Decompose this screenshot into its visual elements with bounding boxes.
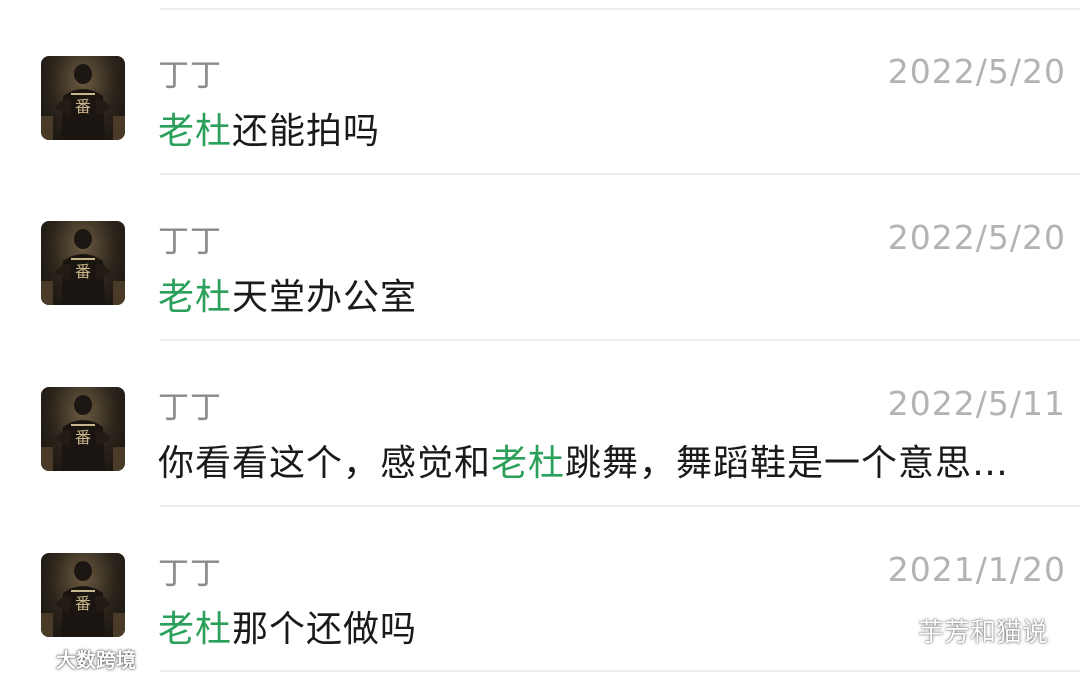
keyword-highlight: 老杜 — [158, 277, 233, 318]
avatar-image: 番 — [41, 64, 125, 140]
search-result-item[interactable]: 番 丁丁 2022/5/20 老杜天堂办公室 — [0, 166, 1080, 318]
contact-avatar[interactable]: 番 — [41, 387, 125, 471]
snippet-prefix: 你看看这个，感觉和 — [158, 443, 492, 484]
message-date: 2022/5/11 — [887, 384, 1066, 423]
snippet-suffix: 天堂办公室 — [232, 277, 418, 318]
avatar-image: 番 — [41, 229, 125, 305]
snippet-suffix: 跳舞，舞蹈鞋是一个意思… — [565, 443, 1010, 484]
message-snippet: 老杜那个还做吗 — [158, 600, 417, 652]
sender-name: 丁丁 — [158, 224, 222, 260]
chat-search-results: 番 丁丁 2022/5/20 老杜还能拍吗 番 丁丁 2022/5/20 老杜天… — [0, 0, 1080, 679]
snippet-suffix: 那个还做吗 — [232, 609, 418, 650]
keyword-highlight: 老杜 — [158, 111, 233, 152]
sender-name: 丁丁 — [158, 556, 222, 592]
watermark-weibo: 大数跨境 — [8, 644, 136, 673]
message-snippet: 老杜天堂办公室 — [158, 268, 417, 320]
wechat-official-account-icon — [871, 617, 908, 643]
sender-name: 丁丁 — [158, 58, 222, 94]
divider — [160, 670, 1080, 672]
search-result-item[interactable]: 番 丁丁 2022/5/20 老杜还能拍吗 — [0, 0, 1080, 152]
keyword-highlight: 老杜 — [491, 443, 566, 484]
message-date: 2021/1/20 — [887, 550, 1066, 589]
message-date: 2022/5/20 — [887, 52, 1066, 91]
message-snippet: 你看看这个，感觉和老杜跳舞，舞蹈鞋是一个意思… — [158, 434, 1009, 486]
svg-text:番: 番 — [75, 97, 91, 116]
weibo-icon — [10, 650, 52, 670]
message-date: 2022/5/20 — [887, 218, 1066, 257]
contact-avatar[interactable]: 番 — [41, 553, 125, 637]
avatar-image: 番 — [41, 395, 125, 471]
svg-text:番: 番 — [75, 594, 91, 613]
avatar-image: 番 — [41, 561, 125, 637]
keyword-highlight: 老杜 — [158, 609, 233, 650]
svg-text:番: 番 — [75, 428, 91, 447]
contact-avatar[interactable]: 番 — [41, 221, 125, 305]
watermark-right-text: 芋芳和猫说 — [917, 618, 1048, 648]
message-snippet: 老杜还能拍吗 — [158, 102, 380, 154]
snippet-suffix: 还能拍吗 — [232, 111, 381, 152]
svg-text:番: 番 — [75, 262, 91, 281]
watermark-left-text: 大数跨境 — [56, 648, 136, 672]
contact-avatar[interactable]: 番 — [41, 56, 125, 140]
sender-name: 丁丁 — [158, 390, 222, 426]
search-result-item[interactable]: 番 丁丁 2022/5/11 你看看这个，感觉和老杜跳舞，舞蹈鞋是一个意思… — [0, 332, 1080, 484]
watermark-official-account: 芋芳和猫说 — [870, 612, 1048, 649]
